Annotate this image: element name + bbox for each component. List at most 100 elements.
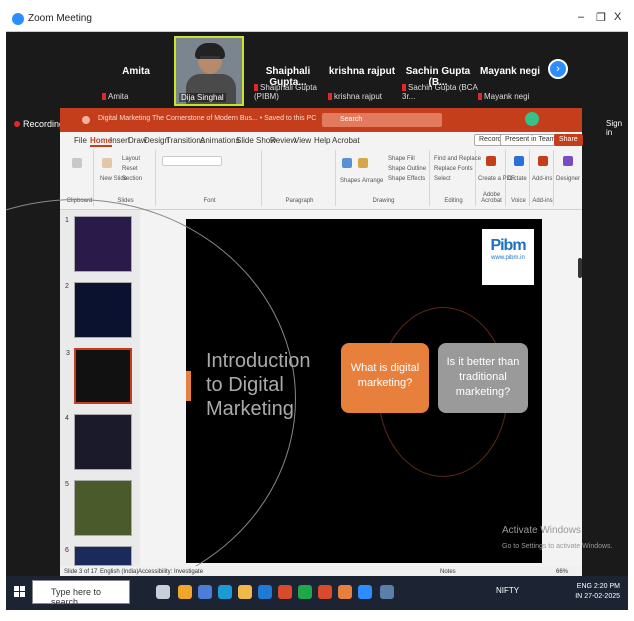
create-pdf-icon[interactable] [486,156,496,166]
shape-outline-button[interactable]: Shape Outline [388,166,426,172]
share-button[interactable]: Share [554,134,583,146]
arrange-button[interactable]: Arrange [362,178,383,184]
participant-label: Amita [102,92,128,101]
participant-tile[interactable]: Shaiphali Gupta... Shaiphali Gupta (PIBM… [250,36,326,104]
dictate-button[interactable]: Dictate [508,176,527,182]
notes-button[interactable]: Notes [440,569,456,575]
chevron-right-icon[interactable]: › [548,59,568,79]
shapes-icon[interactable] [342,158,352,168]
tab-home[interactable]: Home [90,136,113,147]
participant-tile[interactable]: krishna rajput krishna rajput [324,36,400,104]
tab-insert[interactable]: Insert [110,136,130,145]
taskbar-search-input[interactable]: Type here to search [32,580,130,607]
designer-icon[interactable] [563,156,573,166]
reset-button[interactable]: Reset [122,166,138,172]
task-view-icon[interactable] [156,585,170,599]
speaker-video-tile[interactable]: Dija Singhal [174,36,244,106]
zoom-level[interactable]: 66% [556,569,568,575]
participant-tile[interactable]: Mayank negi Mayank negi [474,36,546,104]
layout-button[interactable]: Layout [122,156,140,162]
app-icon[interactable] [338,585,352,599]
system-tray[interactable]: ENG 2:20 PM IN 27-02-2025 [554,582,620,602]
replace-fonts-button[interactable]: Replace Fonts [434,166,473,172]
tab-animations[interactable]: Animations [200,136,240,145]
vertical-scrollbar[interactable] [578,258,582,278]
participant-tile[interactable]: Amita Amita [98,36,174,104]
app-icon[interactable] [218,585,232,599]
arrange-icon[interactable] [358,158,368,168]
what-is-digital-marketing-box[interactable]: What is digital marketing? [341,343,429,413]
tab-transitions[interactable]: Transitions [166,136,205,145]
slide-canvas[interactable]: Introduction to Digital Marketing What i… [6,199,613,599]
accessibility-status[interactable]: Accessibility: Investigate [138,569,203,575]
chrome-icon[interactable] [278,585,292,599]
avatar[interactable] [525,112,539,126]
acrobat-group: Create a PDF Adobe Acrobat [478,150,515,206]
designer-button[interactable]: Designer [556,176,580,182]
participant-label-text: krishna rajput [334,92,383,101]
file-explorer-icon[interactable] [238,585,252,599]
participant-tile[interactable]: Sachin Gupta (B... Sachin Gupta (BCA 3r.… [398,36,478,104]
shape-effects-button[interactable]: Shape Effects [388,176,425,182]
logo-text: Pibm [490,237,526,254]
participant-label-text: Amita [108,92,129,101]
windows-start-icon[interactable] [14,586,26,598]
speaker-glasses [200,56,220,59]
addins-button[interactable]: Add-ins [532,176,552,182]
activate-windows-watermark: Activate Windows [502,525,581,536]
edge-icon[interactable] [258,585,272,599]
zoom-logo-icon [12,13,24,25]
section-button[interactable]: Section [122,176,142,182]
slides-group: New Slide Layout Reset Section Slides [96,150,156,206]
ribbon: Clipboard New Slide Layout Reset Section… [60,148,582,210]
minimize-button[interactable]: – [578,11,584,23]
find-button[interactable]: Find and Replace [434,156,481,162]
slide-title[interactable]: Introduction to Digital Marketing [206,349,316,421]
font-name-select[interactable] [162,156,222,166]
shapes-button[interactable]: Shapes [340,178,360,184]
tab-review[interactable]: Review [270,136,296,145]
app-icon[interactable] [318,585,332,599]
app-icon[interactable] [178,585,192,599]
search-input[interactable]: Search [322,113,442,127]
autosave-icon[interactable] [82,116,90,124]
speaker-label: Dija Singhal [179,93,226,102]
app-icon[interactable] [380,585,394,599]
close-button[interactable]: X [614,11,621,23]
participant-label: Mayank negi [478,92,529,101]
window-title: Zoom Meeting [28,13,92,24]
signin-link[interactable]: Sign in [606,119,628,137]
drawing-group: Shapes Arrange Shape Fill Shape Outline … [338,150,430,206]
new-slide-icon[interactable] [102,158,112,168]
participant-label: krishna rajput [328,92,382,101]
muted-mic-icon [254,84,258,92]
document-title: Digital Marketing The Cornerstone of Mod… [98,115,317,122]
participant-label-text: Shaiphali Gupta (PIBM) [254,83,317,101]
shape-fill-button[interactable]: Shape Fill [388,156,415,162]
tab-file[interactable]: File [74,136,87,145]
select-button[interactable]: Select [434,176,451,182]
microphone-icon[interactable] [514,156,524,166]
whatsapp-icon[interactable] [298,585,312,599]
nifty-ticker[interactable]: NIFTY [496,586,519,595]
clipboard-group: Clipboard [66,150,94,206]
participant-name: Amita [122,66,150,77]
voice-group: Dictate Voice [508,150,530,206]
addins-icon[interactable] [538,156,548,166]
paste-icon[interactable] [72,158,82,168]
muted-mic-icon [328,93,332,101]
zoom-taskbar-icon[interactable] [358,585,372,599]
better-than-traditional-box[interactable]: Is it better than traditional marketing? [438,343,528,413]
drawing-group-label: Drawing [372,198,395,204]
recording-indicator[interactable]: Recording [14,119,64,129]
voice-group-label: Voice [511,198,526,204]
tab-acrobat[interactable]: Acrobat [332,136,360,145]
participant-name: Mayank negi [479,66,541,77]
tab-help[interactable]: Help [314,136,330,145]
zoom-window: Zoom Meeting – ❐ X Amita Amita Shaiphali… [6,6,628,610]
tab-view[interactable]: View [294,136,311,145]
tray-time: 2:20 PM [593,583,620,590]
language-status[interactable]: English (India) [100,569,138,575]
restore-button[interactable]: ❐ [596,11,606,24]
app-icon[interactable] [198,585,212,599]
